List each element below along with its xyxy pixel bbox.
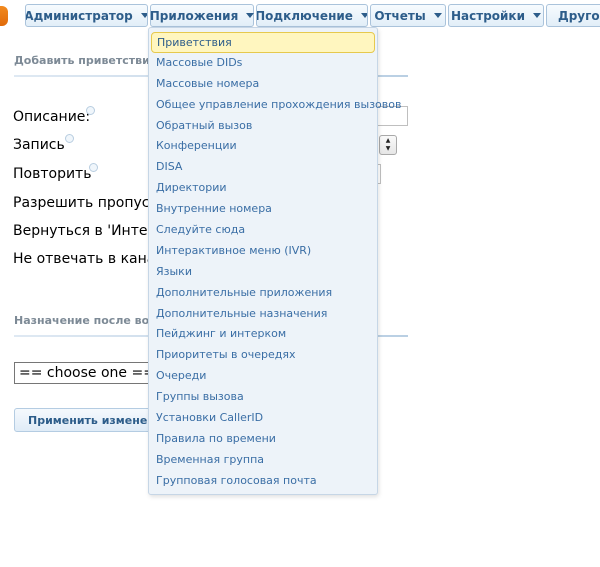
- nav-administrator[interactable]: Администратор: [25, 4, 148, 27]
- chevron-down-icon: [140, 13, 147, 18]
- menu-item[interactable]: Приветствия: [151, 32, 375, 53]
- menu-item[interactable]: Временная группа: [151, 450, 375, 471]
- chevron-down-icon: [246, 13, 255, 18]
- help-icon[interactable]: [86, 106, 95, 115]
- menu-item[interactable]: Общее управление прохождения вызовов: [151, 95, 401, 116]
- label-repeat: Повторить: [13, 166, 92, 182]
- nav-reports[interactable]: Отчеты: [370, 4, 446, 27]
- menu-item[interactable]: Внутренние номера: [151, 199, 375, 220]
- menu-item[interactable]: Групповая голосовая почта: [151, 471, 375, 492]
- label-dont-answer-channel: Не отвечать в канал: [13, 251, 165, 267]
- nav-applications[interactable]: Приложения: [149, 4, 255, 30]
- chevron-down-icon: [533, 13, 541, 18]
- nav-connectivity[interactable]: Подключение: [256, 4, 368, 27]
- chevron-down-icon: [433, 13, 442, 18]
- nav-administrator-label: Администратор: [25, 8, 133, 23]
- menu-item[interactable]: Дополнительные приложения: [151, 283, 375, 304]
- nav-other-label: Другое: [558, 8, 600, 23]
- nav-settings[interactable]: Настройки: [448, 4, 544, 27]
- menu-item[interactable]: Языки: [151, 262, 375, 283]
- recording-select-arrows[interactable]: ▲ ▼: [379, 135, 397, 155]
- apply-changes-button[interactable]: Применить изменени: [14, 408, 164, 432]
- menu-item[interactable]: Конференции: [151, 136, 375, 157]
- menu-item[interactable]: Массовые DIDs: [151, 53, 375, 74]
- menu-item[interactable]: Очереди: [151, 366, 375, 387]
- menu-item[interactable]: DISA: [151, 157, 375, 178]
- logo: [0, 6, 8, 26]
- label-return-to-ivr: Вернуться в 'Интера: [13, 223, 165, 239]
- menu-item[interactable]: Массовые номера: [151, 74, 375, 95]
- nav-other[interactable]: Другое: [546, 4, 600, 27]
- menu-item[interactable]: Дополнительные назначения: [151, 304, 375, 325]
- section-title-destination: Назначение после восп: [14, 314, 164, 327]
- help-icon[interactable]: [65, 134, 74, 143]
- nav-connectivity-label: Подключение: [256, 8, 353, 23]
- label-description: Описание:: [13, 109, 91, 125]
- label-recording: Запись: [13, 137, 65, 153]
- nav-settings-label: Настройки: [450, 8, 525, 23]
- menu-item[interactable]: Директории: [151, 178, 375, 199]
- label-allow-skip: Разрешить пропусти: [13, 195, 167, 211]
- nav-applications-label: Приложения: [149, 8, 239, 23]
- destination-select[interactable]: == choose one ==: [14, 362, 154, 384]
- nav-reports-label: Отчеты: [374, 8, 426, 23]
- applications-dropdown-menu: Приветствия Массовые DIDs Массовые номера О…: [148, 27, 401, 495]
- help-icon[interactable]: [89, 163, 98, 172]
- menu-item[interactable]: Следуйте сюда: [151, 220, 375, 241]
- chevron-down-icon: [360, 13, 367, 18]
- menu-item[interactable]: Обратный вызов: [151, 116, 375, 137]
- menu-item[interactable]: Интерактивное меню (IVR): [151, 241, 375, 262]
- menu-item[interactable]: Группы вызова: [151, 387, 375, 408]
- menu-item[interactable]: Пейджинг и интерком: [151, 324, 375, 345]
- section-title-add-announcement: Добавить приветствие: [14, 54, 158, 67]
- menu-item[interactable]: Установки CallerID: [151, 408, 375, 429]
- menu-item[interactable]: Приоритеты в очередях: [151, 345, 375, 366]
- menu-item[interactable]: Правила по времени: [151, 429, 375, 450]
